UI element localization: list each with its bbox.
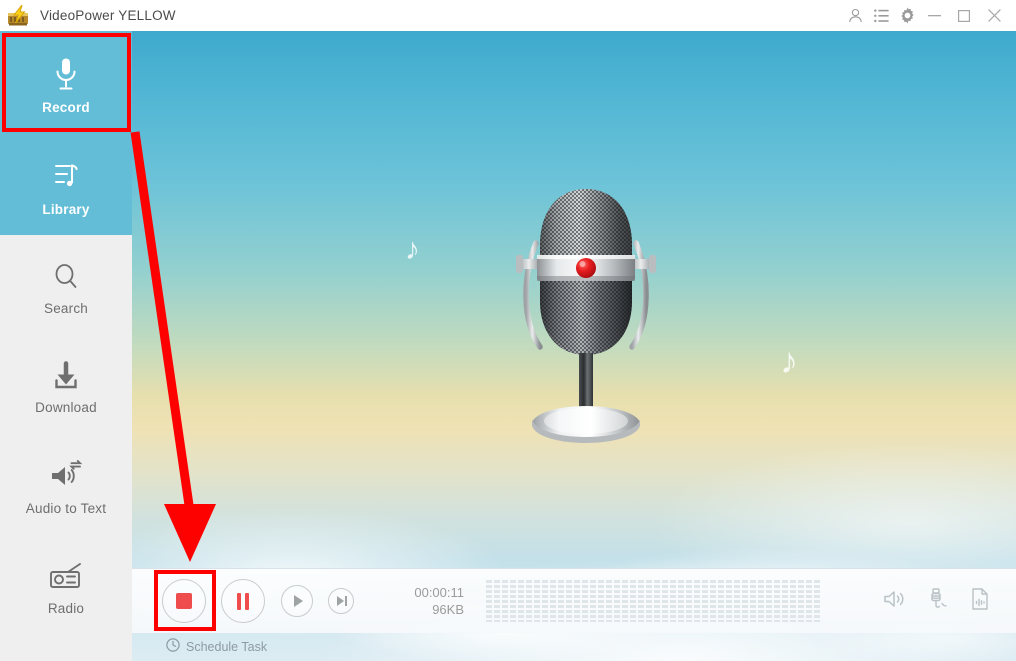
stop-button[interactable] xyxy=(162,579,206,623)
music-note-icon: ♪ xyxy=(405,233,420,266)
level-meter-bar xyxy=(534,580,540,622)
microphone-icon xyxy=(53,51,79,91)
minimize-icon[interactable] xyxy=(920,0,949,31)
level-meter-bar xyxy=(734,580,740,622)
audio-to-text-icon xyxy=(49,452,83,492)
recording-readout: 00:00:11 96KB xyxy=(392,584,464,618)
app-title: VideoPower YELLOW xyxy=(40,8,176,23)
level-meter-bar xyxy=(718,580,724,622)
sidebar-item-label: Download xyxy=(35,400,97,415)
level-meter-bar xyxy=(550,580,556,622)
level-meter-bar xyxy=(774,580,780,622)
sidebar-item-library[interactable]: Library xyxy=(0,134,132,235)
level-meter-bar xyxy=(526,580,532,622)
level-meter-bar xyxy=(758,580,764,622)
sidebar-item-label: Record xyxy=(42,99,90,115)
maximize-icon[interactable] xyxy=(949,0,978,31)
pause-button[interactable] xyxy=(221,579,265,623)
level-meter-bar xyxy=(518,580,524,622)
music-note-icon: ♪ xyxy=(780,340,798,381)
level-meter-bar xyxy=(678,580,684,622)
sidebar-item-download[interactable]: Download xyxy=(0,333,132,433)
level-meter-bar xyxy=(686,580,692,622)
level-meter-bar xyxy=(502,580,508,622)
level-meter-bar xyxy=(790,580,796,622)
sidebar-item-label: Search xyxy=(44,301,88,316)
speaker-icon[interactable] xyxy=(883,589,906,614)
level-meter-bar xyxy=(726,580,732,622)
sidebar-item-audio-to-text[interactable]: Audio to Text xyxy=(0,433,132,534)
radio-icon xyxy=(48,552,84,592)
level-meter-bar xyxy=(598,580,604,622)
account-icon[interactable] xyxy=(842,0,868,31)
level-meter-bar xyxy=(486,580,492,622)
level-meter-bar xyxy=(494,580,500,622)
sidebar-item-label: Audio to Text xyxy=(25,500,107,516)
gear-icon[interactable] xyxy=(894,0,920,31)
next-button[interactable] xyxy=(328,588,354,614)
file-size: 96KB xyxy=(432,602,464,617)
play-button[interactable] xyxy=(281,585,313,617)
title-bar: VideoPower YELLOW xyxy=(0,0,1016,31)
level-meter-bar xyxy=(710,580,716,622)
level-meter-bar xyxy=(638,580,644,622)
window-controls xyxy=(842,0,1016,31)
search-icon xyxy=(52,252,80,292)
level-meter-bar xyxy=(782,580,788,622)
level-meter-bar xyxy=(750,580,756,622)
sidebar-item-search[interactable]: Search xyxy=(0,235,132,333)
lightning-bolt-logo xyxy=(7,4,31,27)
list-icon[interactable] xyxy=(868,0,894,31)
transport-right-icons xyxy=(883,587,990,615)
level-meter xyxy=(486,580,864,622)
sidebar-item-label: Radio xyxy=(47,601,85,616)
level-meter-bar xyxy=(590,580,596,622)
retro-microphone-illustration xyxy=(506,181,666,451)
download-icon xyxy=(51,351,81,391)
music-list-icon xyxy=(52,153,80,193)
level-meter-bar xyxy=(510,580,516,622)
level-meter-bar xyxy=(542,580,548,622)
level-meter-bar xyxy=(654,580,660,622)
level-meter-bar xyxy=(630,580,636,622)
level-meter-bar xyxy=(646,580,652,622)
transport-bar: 00:00:11 96KB xyxy=(132,568,1016,633)
application-window: VideoPower YELLOW Record Library Search … xyxy=(0,0,1016,661)
level-meter-bar xyxy=(766,580,772,622)
level-meter-bar xyxy=(702,580,708,622)
sidebar: Record Library Search Download Audio to … xyxy=(0,31,132,661)
schedule-task-button[interactable]: Schedule Task xyxy=(166,638,267,655)
stop-icon xyxy=(176,593,192,609)
elapsed-time: 00:00:11 xyxy=(414,585,464,600)
play-icon xyxy=(294,595,303,607)
level-meter-bar xyxy=(574,580,580,622)
close-icon[interactable] xyxy=(978,0,1011,31)
sidebar-item-label: Library xyxy=(42,201,90,217)
level-meter-bar xyxy=(558,580,564,622)
level-meter-bar xyxy=(806,580,812,622)
level-meter-bar xyxy=(742,580,748,622)
level-meter-bar xyxy=(622,580,628,622)
level-meter-bar xyxy=(798,580,804,622)
level-meter-bar xyxy=(606,580,612,622)
next-icon xyxy=(336,596,347,606)
level-meter-bar xyxy=(566,580,572,622)
level-meter-bar xyxy=(662,580,668,622)
pause-icon xyxy=(237,592,249,610)
main-content: ♪ ♪ 00:00:11 96KB Schedule Task xyxy=(132,31,1016,661)
clock-icon xyxy=(166,638,180,655)
audio-file-icon[interactable] xyxy=(970,587,990,615)
sidebar-item-radio[interactable]: Radio xyxy=(0,534,132,634)
level-meter-bar xyxy=(670,580,676,622)
status-bar: Schedule Task xyxy=(132,632,1016,661)
level-meter-bar xyxy=(694,580,700,622)
level-meter-bar xyxy=(582,580,588,622)
sidebar-item-record[interactable]: Record xyxy=(0,31,132,134)
schedule-task-label: Schedule Task xyxy=(186,639,268,654)
level-meter-bar xyxy=(614,580,620,622)
microphone-jack-icon[interactable] xyxy=(928,587,948,615)
level-meter-bar xyxy=(814,580,820,622)
